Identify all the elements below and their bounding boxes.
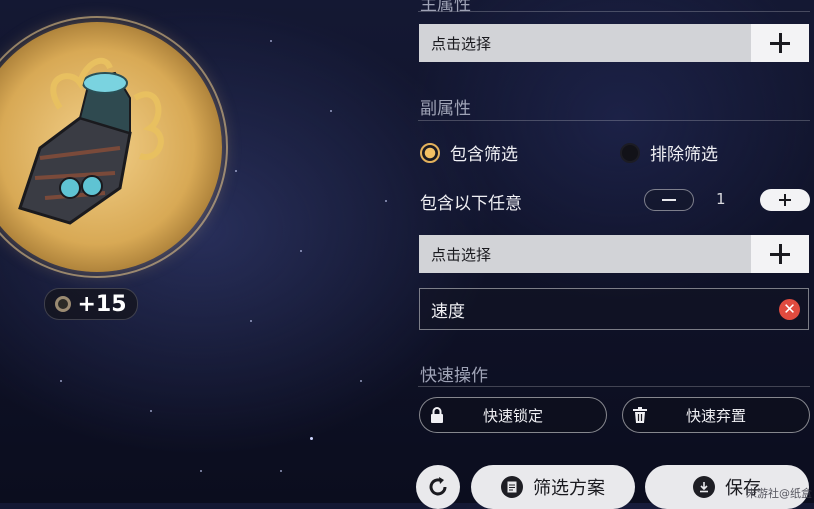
sub-stat-add-button[interactable] xyxy=(751,235,809,273)
plus-icon xyxy=(770,33,790,53)
main-stat-divider xyxy=(418,11,810,12)
decrease-count-button[interactable] xyxy=(644,189,694,211)
quick-actions-divider xyxy=(418,386,810,387)
radio-selected-icon xyxy=(420,142,440,163)
quick-discard-button[interactable]: 快速弃置 xyxy=(622,397,810,433)
sub-stat-selector[interactable]: 点击选择 xyxy=(419,235,809,273)
quick-actions-title: 快速操作 xyxy=(420,366,488,386)
relic-level-text: +15 xyxy=(77,291,127,317)
match-count-row: 包含以下任意 1 xyxy=(420,189,810,214)
radio-unselected-icon xyxy=(620,142,640,163)
sub-stat-title: 副属性 xyxy=(420,99,471,119)
main-stat-selector[interactable]: 点击选择 xyxy=(419,24,809,62)
main-stat-add-button[interactable] xyxy=(751,24,809,62)
watermark: 米游社@纸盒 xyxy=(746,487,812,500)
trash-icon xyxy=(633,407,647,423)
document-icon xyxy=(501,476,523,498)
download-icon xyxy=(693,476,715,498)
quick-lock-button[interactable]: 快速锁定 xyxy=(419,397,607,433)
sub-stat-select-field[interactable]: 点击选择 xyxy=(419,235,751,273)
reset-button[interactable] xyxy=(416,465,460,509)
relic-image xyxy=(18,57,164,225)
refresh-icon xyxy=(429,477,447,496)
selected-sub-stat-label: 速度 xyxy=(431,301,465,322)
main-stat-title: 主属性 xyxy=(420,0,471,15)
selected-sub-stat-tag: 速度 ✕ xyxy=(419,288,809,330)
match-count-value: 1 xyxy=(716,190,726,208)
relic-level-badge: +15 xyxy=(44,288,138,320)
filter-plan-button[interactable]: 筛选方案 xyxy=(471,465,635,509)
lock-icon xyxy=(431,407,443,423)
exclude-filter-radio[interactable]: 排除筛选 xyxy=(620,140,718,165)
filter-mode-group: 包含筛选 排除筛选 xyxy=(420,140,810,166)
plus-icon xyxy=(770,244,790,264)
exclude-filter-label: 排除筛选 xyxy=(650,145,718,165)
quick-lock-label: 快速锁定 xyxy=(482,406,543,425)
quick-discard-label: 快速弃置 xyxy=(685,406,746,425)
filter-plan-label: 筛选方案 xyxy=(533,478,605,499)
relic-level-icon xyxy=(55,296,72,312)
filter-panel: 主属性 点击选择 副属性 包含筛选 排除筛选 包含以下任意 1 点击选择 速度 … xyxy=(418,0,810,503)
increase-count-button[interactable] xyxy=(760,189,810,211)
main-stat-select-field[interactable]: 点击选择 xyxy=(419,24,751,62)
sub-stat-divider xyxy=(418,120,810,121)
include-filter-label: 包含筛选 xyxy=(450,145,518,165)
include-filter-radio[interactable]: 包含筛选 xyxy=(420,140,518,165)
match-count-label: 包含以下任意 xyxy=(420,194,522,214)
close-icon[interactable]: ✕ xyxy=(779,299,800,320)
plus-icon xyxy=(779,194,791,206)
minus-icon xyxy=(662,198,676,202)
